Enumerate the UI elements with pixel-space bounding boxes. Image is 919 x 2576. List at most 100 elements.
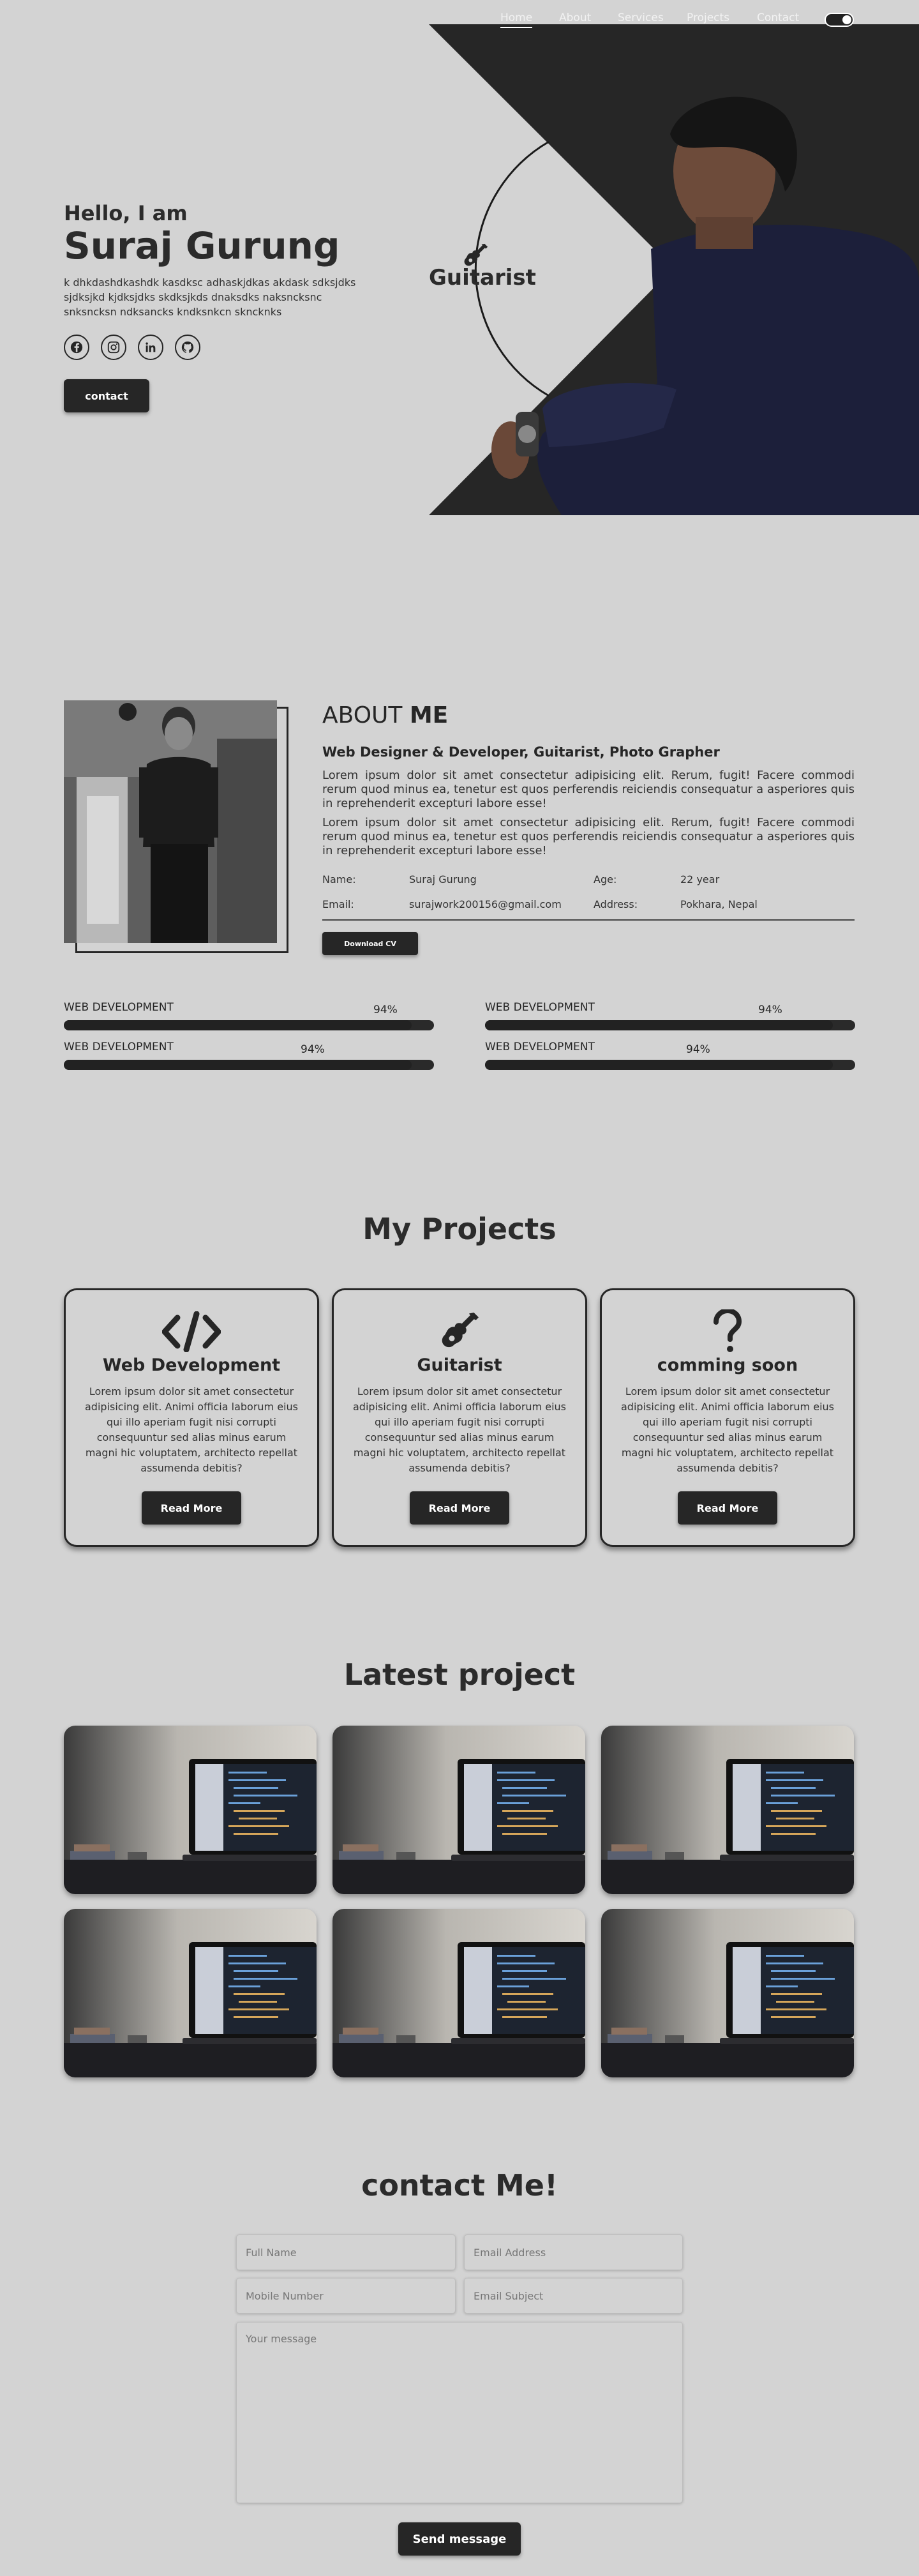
social-links — [64, 335, 364, 360]
hero-intro: Hello, I am Suraj Gurung k dhkdashdkashd… — [64, 201, 364, 412]
skill-bar-1: WEB DEVELOPMENT 94% — [64, 1001, 434, 1033]
mobile-number-input[interactable] — [236, 2278, 456, 2314]
card-icon-wrap — [602, 1309, 853, 1354]
instagram-link[interactable] — [101, 335, 126, 360]
latest-project-thumbnail[interactable] — [64, 1726, 317, 1894]
card-icon-wrap — [334, 1309, 585, 1354]
nav-projects-link[interactable]: Projects — [687, 11, 729, 24]
hero-role-label: Guitarist — [429, 265, 536, 290]
info-email-label: Email: — [322, 898, 354, 910]
skill-track — [64, 1020, 434, 1030]
info-name-value: Suraj Gurung — [409, 873, 477, 885]
about-info-divider — [322, 919, 855, 921]
skill-bar-3: WEB DEVELOPMENT 94% — [64, 1041, 434, 1073]
portfolio-page: Home About Services Projects Contact Hel… — [0, 0, 919, 2576]
nav-services-link[interactable]: Services — [618, 11, 664, 24]
info-age-label: Age: — [594, 873, 617, 885]
info-address-value: Pokhara, Nepal — [680, 898, 758, 910]
card-text: Lorem ipsum dolor sit amet consectetur a… — [621, 1385, 834, 1474]
projects-title: My Projects — [362, 1212, 557, 1246]
question-icon — [714, 1309, 742, 1352]
info-name-label: Name: — [322, 873, 356, 885]
skill-fill — [485, 1060, 833, 1070]
info-address-label: Address: — [594, 898, 638, 910]
skill-fill — [64, 1020, 412, 1030]
skill-percent: 94% — [758, 1004, 782, 1016]
skill-track — [64, 1060, 434, 1070]
skill-bar-2: WEB DEVELOPMENT 94% — [485, 1001, 855, 1033]
linkedin-icon — [146, 342, 156, 352]
skill-track — [485, 1020, 855, 1030]
about-title-light: ABOUT — [322, 702, 403, 728]
laptop-code-image — [601, 1726, 854, 1894]
latest-projects-title: Latest project — [343, 1657, 576, 1692]
skill-bar-4: WEB DEVELOPMENT 94% — [485, 1041, 855, 1073]
about-paragraph-2: Lorem ipsum dolor sit amet consectetur a… — [322, 816, 855, 857]
read-more-button[interactable]: Read More — [142, 1491, 241, 1525]
project-card-guitarist: Guitarist Lorem ipsum dolor sit amet con… — [332, 1288, 587, 1547]
instagram-icon — [107, 341, 120, 354]
card-text: Lorem ipsum dolor sit amet consectetur a… — [353, 1385, 566, 1474]
facebook-link[interactable] — [64, 335, 89, 360]
skill-name: WEB DEVELOPMENT — [485, 1041, 595, 1053]
about-subtitle: Web Designer & Developer, Guitarist, Pho… — [322, 744, 720, 760]
card-title: Web Development — [102, 1355, 281, 1375]
hero-contact-button[interactable]: contact — [64, 379, 149, 412]
about-paragraph-1: Lorem ipsum dolor sit amet consectetur a… — [322, 769, 855, 810]
info-email-value: surajwork200156@gmail.com — [409, 898, 562, 910]
contact-title: contact Me! — [361, 2168, 558, 2203]
skill-name: WEB DEVELOPMENT — [64, 1041, 174, 1053]
laptop-code-image — [601, 1909, 854, 2077]
guitar-icon — [442, 1313, 479, 1348]
github-icon — [181, 341, 194, 353]
skill-percent: 94% — [686, 1043, 710, 1056]
message-textarea[interactable] — [236, 2322, 683, 2503]
skill-percent: 94% — [301, 1043, 325, 1056]
send-message-button[interactable]: Send message — [398, 2522, 521, 2556]
skill-track — [485, 1060, 855, 1070]
latest-project-thumbnail[interactable] — [601, 1726, 854, 1894]
project-card-web: Web Development Lorem ipsum dolor sit am… — [64, 1288, 319, 1547]
read-more-button[interactable]: Read More — [410, 1491, 509, 1525]
latest-project-thumbnail[interactable] — [64, 1909, 317, 2077]
laptop-code-image — [64, 1726, 317, 1894]
nav-home-link[interactable]: Home — [500, 11, 533, 28]
read-more-button[interactable]: Read More — [678, 1491, 777, 1525]
laptop-code-image — [332, 1726, 585, 1894]
skill-fill — [485, 1020, 833, 1030]
info-age-value: 22 year — [680, 873, 720, 885]
code-icon — [162, 1311, 221, 1352]
email-subject-input[interactable] — [464, 2278, 683, 2314]
full-name-input[interactable] — [236, 2234, 456, 2270]
latest-project-thumbnail[interactable] — [601, 1909, 854, 2077]
card-text: Lorem ipsum dolor sit amet consectetur a… — [85, 1385, 298, 1474]
hero-description: k dhkdashdkashdk kasdksc adhaskjdkas akd… — [64, 276, 356, 318]
facebook-icon — [70, 341, 83, 354]
skill-percent: 94% — [373, 1004, 398, 1016]
theme-toggle[interactable] — [825, 13, 854, 27]
about-title: ABOUT ME — [322, 702, 448, 728]
toggle-knob — [842, 15, 851, 24]
laptop-code-image — [332, 1909, 585, 2077]
about-image-wrapper — [64, 700, 288, 953]
card-title: comming soon — [657, 1355, 798, 1375]
linkedin-link[interactable] — [138, 335, 163, 360]
about-title-bold: ME — [409, 702, 449, 728]
github-link[interactable] — [175, 335, 200, 360]
latest-project-thumbnail[interactable] — [332, 1726, 585, 1894]
card-icon-wrap — [66, 1309, 317, 1354]
about-photo — [64, 700, 277, 943]
nav-about-link[interactable]: About — [559, 11, 591, 24]
hero-name: Suraj Gurung — [64, 224, 340, 267]
download-cv-button[interactable]: Download CV — [322, 932, 418, 955]
laptop-code-image — [64, 1909, 317, 2077]
skill-name: WEB DEVELOPMENT — [485, 1001, 595, 1014]
project-card-coming-soon: comming soon Lorem ipsum dolor sit amet … — [600, 1288, 855, 1547]
latest-project-thumbnail[interactable] — [332, 1909, 585, 2077]
skill-fill — [64, 1060, 412, 1070]
skill-name: WEB DEVELOPMENT — [64, 1001, 174, 1014]
card-title: Guitarist — [417, 1355, 502, 1375]
nav-contact-link[interactable]: Contact — [757, 11, 799, 24]
email-address-input[interactable] — [464, 2234, 683, 2270]
hero-greeting: Hello, I am — [64, 201, 188, 225]
